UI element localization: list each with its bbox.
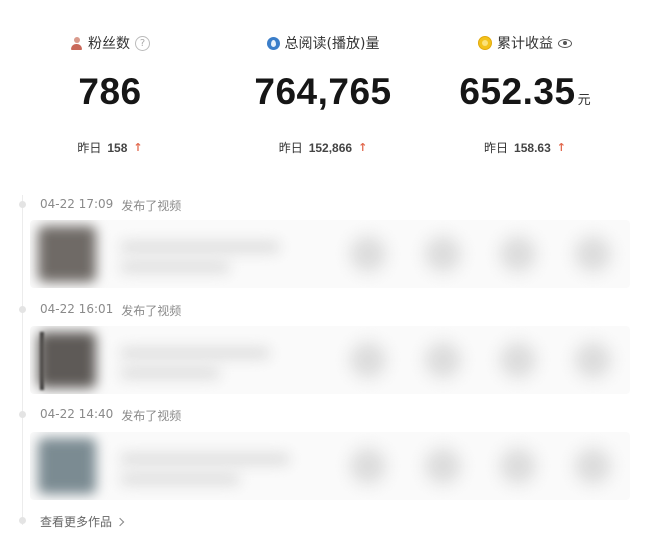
view-more-label: 查看更多作品 <box>40 515 113 529</box>
stat-reads-value: 764,765 <box>254 71 392 112</box>
post-action: 发布了视频 <box>121 409 182 423</box>
post-meta: 04-22 14:40 发布了视频 <box>40 407 181 424</box>
eye-icon[interactable] <box>558 38 572 48</box>
view-more-works-link[interactable]: 查看更多作品 <box>40 513 125 530</box>
blurred-metric <box>350 448 386 484</box>
timeline-dot <box>19 411 26 418</box>
post-meta: 04-22 17:09 发布了视频 <box>40 197 181 214</box>
blurred-metric <box>425 448 461 484</box>
yesterday-value: 158 <box>107 140 128 155</box>
trend-up-icon: ↑ <box>358 141 368 154</box>
post-thumbnail <box>38 226 96 282</box>
stat-fans-value: 786 <box>78 71 142 112</box>
blurred-metric <box>575 236 611 272</box>
blurred-metric <box>425 236 461 272</box>
coin-icon <box>478 36 492 50</box>
yesterday-label: 昨日 <box>484 141 509 155</box>
stat-fans-label: 粉丝数 <box>88 36 130 52</box>
post-card[interactable] <box>30 220 630 288</box>
drop-icon <box>266 36 280 50</box>
blurred-metric <box>500 236 536 272</box>
stat-reads-header: 总阅读(播放)量 <box>218 33 428 53</box>
blurred-subtitle <box>120 262 230 272</box>
post-time: 04-22 14:40 <box>40 407 114 421</box>
post-meta: 04-22 16:01 发布了视频 <box>40 302 181 319</box>
stat-reads: 总阅读(播放)量 764,765 昨日 152,866 ↑ <box>218 0 428 175</box>
timeline-line <box>22 195 23 525</box>
stat-earnings-yesterday: 昨日 158.63 ↑ <box>425 139 625 156</box>
blurred-metric <box>575 342 611 378</box>
blurred-metric <box>425 342 461 378</box>
stat-fans-yesterday: 昨日 158 ↑ <box>10 139 210 156</box>
person-icon <box>70 36 83 50</box>
blurred-title <box>120 242 280 252</box>
stat-fans-header: 粉丝数 ? <box>10 33 210 53</box>
timeline-dot <box>19 201 26 208</box>
yesterday-value: 158.63 <box>514 140 551 155</box>
trend-up-icon: ↑ <box>133 141 143 154</box>
trend-up-icon: ↑ <box>556 141 566 154</box>
help-icon[interactable]: ? <box>135 35 150 51</box>
post-action: 发布了视频 <box>121 199 182 213</box>
post-thumbnail <box>38 438 96 494</box>
post-card[interactable] <box>30 326 630 394</box>
blurred-title <box>120 348 270 358</box>
yesterday-label: 昨日 <box>77 141 102 155</box>
blurred-metric <box>575 448 611 484</box>
blurred-metric <box>350 236 386 272</box>
post-thumbnail <box>38 332 96 388</box>
stat-earnings-label: 累计收益 <box>497 36 553 52</box>
post-time: 04-22 17:09 <box>40 197 114 211</box>
chevron-right-icon <box>115 517 125 526</box>
timeline-dot <box>19 517 26 524</box>
blurred-metric <box>350 342 386 378</box>
post-action: 发布了视频 <box>121 304 182 318</box>
stat-earnings-value: 652.35 元 <box>459 71 591 112</box>
blurred-metric <box>500 448 536 484</box>
blurred-title <box>120 454 290 464</box>
stat-reads-yesterday: 昨日 152,866 ↑ <box>218 139 428 156</box>
blurred-subtitle <box>120 368 220 378</box>
currency-unit: 元 <box>577 93 591 108</box>
blurred-subtitle <box>120 474 240 484</box>
stats-overview: 粉丝数 ? 786 昨日 158 ↑ 总阅读(播放)量 764,765 昨日 1… <box>0 0 646 175</box>
blurred-metric <box>500 342 536 378</box>
timeline-dot <box>19 306 26 313</box>
yesterday-value: 152,866 <box>308 140 353 155</box>
stat-earnings-header: 累计收益 <box>425 33 625 53</box>
yesterday-label: 昨日 <box>278 141 303 155</box>
stat-reads-label: 总阅读(播放)量 <box>284 36 380 52</box>
post-time: 04-22 16:01 <box>40 302 114 316</box>
post-card[interactable] <box>30 432 630 500</box>
stat-fans: 粉丝数 ? 786 昨日 158 ↑ <box>10 0 210 175</box>
stat-earnings: 累计收益 652.35 元 昨日 158.63 ↑ <box>425 0 625 175</box>
